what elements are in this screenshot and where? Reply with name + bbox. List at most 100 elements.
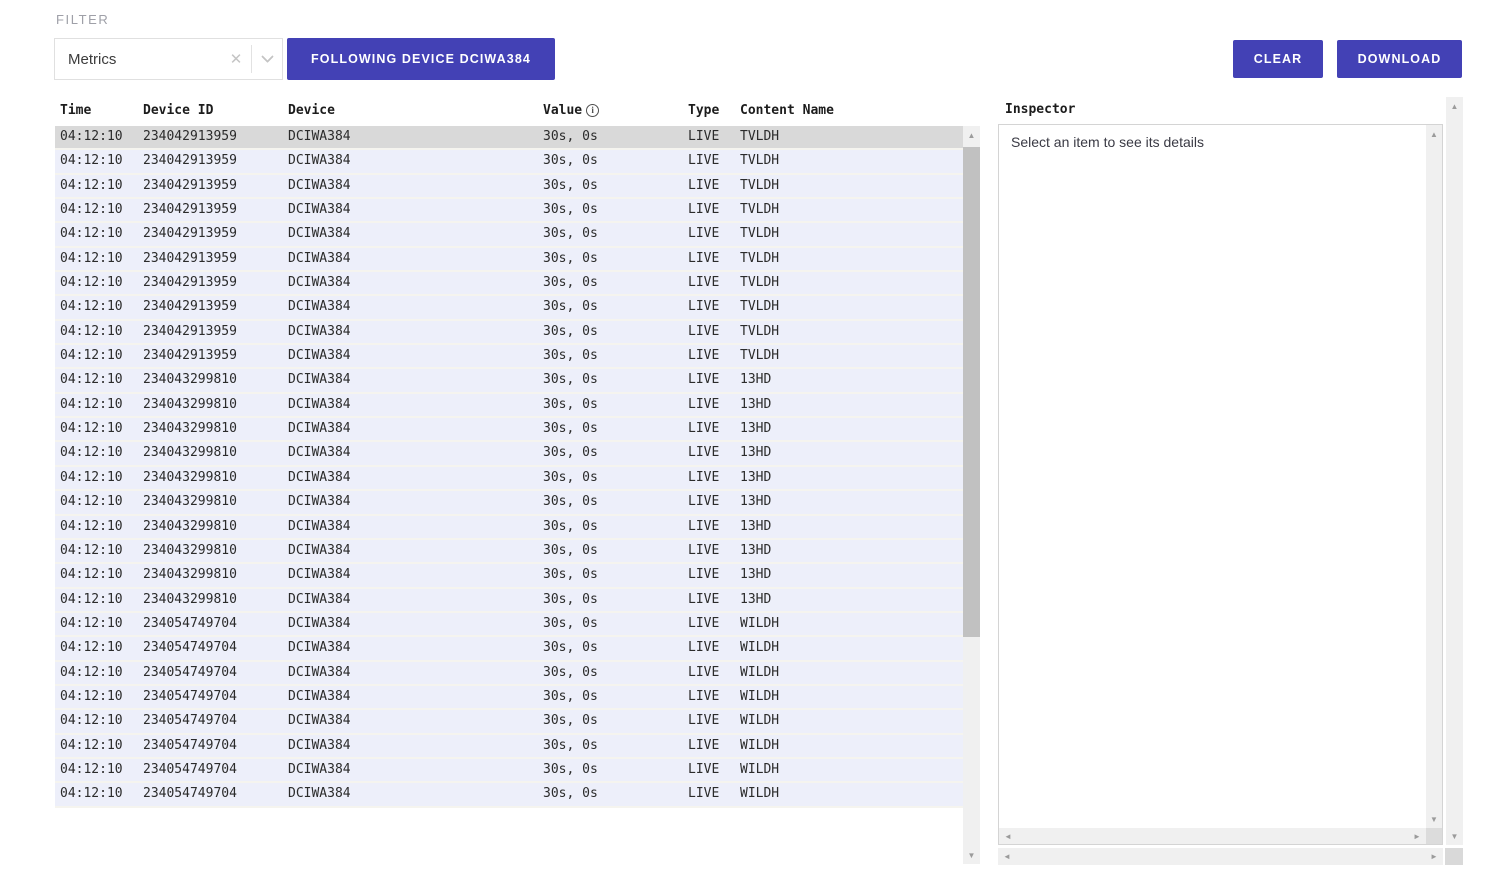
cell-device-id: 234043299810: [143, 543, 237, 558]
cell-device: DCIWA384: [288, 324, 351, 339]
table-row[interactable]: 04:12:10234054749704DCIWA38430s, 0sLIVEW…: [55, 613, 963, 637]
cell-type: LIVE: [688, 202, 719, 217]
cell-value: 30s, 0s: [543, 397, 598, 412]
table-scrollbar-thumb[interactable]: [963, 147, 980, 637]
cell-device: DCIWA384: [288, 129, 351, 144]
table-row[interactable]: 04:12:10234042913959DCIWA38430s, 0sLIVET…: [55, 296, 963, 320]
table-row[interactable]: 04:12:10234043299810DCIWA38430s, 0sLIVE1…: [55, 491, 963, 515]
cell-content-name: TVLDH: [740, 251, 779, 266]
cell-time: 04:12:10: [60, 421, 123, 436]
page-horizontal-scrollbar[interactable]: ◄ ►: [998, 848, 1443, 865]
cell-device-id: 234042913959: [143, 129, 237, 144]
inspector-panel: Select an item to see its details ▲ ▼ ◄ …: [998, 124, 1443, 845]
cell-device: DCIWA384: [288, 762, 351, 777]
cell-time: 04:12:10: [60, 543, 123, 558]
download-button[interactable]: DOWNLOAD: [1337, 40, 1462, 78]
scroll-up-icon[interactable]: ▲: [963, 126, 980, 144]
table-row[interactable]: 04:12:10234042913959DCIWA38430s, 0sLIVET…: [55, 150, 963, 174]
table-row[interactable]: 04:12:10234043299810DCIWA38430s, 0sLIVE1…: [55, 589, 963, 613]
table-row[interactable]: 04:12:10234043299810DCIWA38430s, 0sLIVE1…: [55, 418, 963, 442]
scroll-right-icon[interactable]: ►: [1408, 828, 1426, 844]
cell-value: 30s, 0s: [543, 713, 598, 728]
cell-device-id: 234054749704: [143, 762, 237, 777]
cell-value: 30s, 0s: [543, 470, 598, 485]
cell-value: 30s, 0s: [543, 153, 598, 168]
scroll-up-icon[interactable]: ▲: [1446, 97, 1463, 115]
cell-content-name: WILDH: [740, 616, 779, 631]
cell-device: DCIWA384: [288, 421, 351, 436]
table-row[interactable]: 04:12:10234043299810DCIWA38430s, 0sLIVE1…: [55, 564, 963, 588]
inspector-horizontal-scrollbar[interactable]: ◄ ►: [999, 828, 1426, 844]
table-row[interactable]: 04:12:10234043299810DCIWA38430s, 0sLIVE1…: [55, 467, 963, 491]
table-row[interactable]: 04:12:10234054749704DCIWA38430s, 0sLIVEW…: [55, 637, 963, 661]
cell-time: 04:12:10: [60, 665, 123, 680]
chevron-down-icon[interactable]: [252, 55, 282, 64]
cell-device-id: 234054749704: [143, 640, 237, 655]
cell-time: 04:12:10: [60, 445, 123, 460]
cell-value: 30s, 0s: [543, 519, 598, 534]
inspector-title: Inspector: [1005, 102, 1075, 117]
info-icon[interactable]: i: [586, 104, 599, 117]
filter-label: FILTER: [56, 12, 109, 27]
table-row[interactable]: 04:12:10234054749704DCIWA38430s, 0sLIVEW…: [55, 735, 963, 759]
table-row[interactable]: 04:12:10234042913959DCIWA38430s, 0sLIVET…: [55, 223, 963, 247]
table-row[interactable]: 04:12:10234042913959DCIWA38430s, 0sLIVET…: [55, 126, 963, 150]
scroll-left-icon[interactable]: ◄: [998, 848, 1016, 865]
cell-type: LIVE: [688, 445, 719, 460]
table-row[interactable]: 04:12:10234042913959DCIWA38430s, 0sLIVET…: [55, 345, 963, 369]
table-row[interactable]: 04:12:10234054749704DCIWA38430s, 0sLIVEW…: [55, 710, 963, 734]
table-row[interactable]: 04:12:10234042913959DCIWA38430s, 0sLIVET…: [55, 321, 963, 345]
cell-content-name: 13HD: [740, 470, 771, 485]
cell-device: DCIWA384: [288, 153, 351, 168]
cell-device: DCIWA384: [288, 640, 351, 655]
cell-type: LIVE: [688, 421, 719, 436]
cell-time: 04:12:10: [60, 275, 123, 290]
cell-time: 04:12:10: [60, 299, 123, 314]
cell-content-name: TVLDH: [740, 324, 779, 339]
table-row[interactable]: 04:12:10234054749704DCIWA38430s, 0sLIVEW…: [55, 783, 963, 807]
cell-type: LIVE: [688, 713, 719, 728]
scroll-up-icon[interactable]: ▲: [1426, 125, 1442, 143]
cell-value: 30s, 0s: [543, 494, 598, 509]
table-row[interactable]: 04:12:10234043299810DCIWA38430s, 0sLIVE1…: [55, 540, 963, 564]
table-row[interactable]: 04:12:10234043299810DCIWA38430s, 0sLIVE1…: [55, 516, 963, 540]
table-row[interactable]: 04:12:10234043299810DCIWA38430s, 0sLIVE1…: [55, 394, 963, 418]
scroll-right-icon[interactable]: ►: [1425, 848, 1443, 865]
cell-time: 04:12:10: [60, 616, 123, 631]
following-device-button[interactable]: FOLLOWING DEVICE DCIWA384: [287, 38, 555, 80]
cell-value: 30s, 0s: [543, 738, 598, 753]
table-row[interactable]: 04:12:10234054749704DCIWA38430s, 0sLIVEW…: [55, 759, 963, 783]
cell-time: 04:12:10: [60, 129, 123, 144]
table-row[interactable]: 04:12:10234054749704DCIWA38430s, 0sLIVEW…: [55, 662, 963, 686]
cell-device: DCIWA384: [288, 616, 351, 631]
clear-button[interactable]: CLEAR: [1233, 40, 1323, 78]
cell-content-name: TVLDH: [740, 178, 779, 193]
cell-value: 30s, 0s: [543, 567, 598, 582]
table-row[interactable]: 04:12:10234042913959DCIWA38430s, 0sLIVET…: [55, 199, 963, 223]
table-row[interactable]: 04:12:10234042913959DCIWA38430s, 0sLIVET…: [55, 175, 963, 199]
cell-device-id: 234043299810: [143, 397, 237, 412]
table-row[interactable]: 04:12:10234042913959DCIWA38430s, 0sLIVET…: [55, 248, 963, 272]
table-row[interactable]: 04:12:10234043299810DCIWA38430s, 0sLIVE1…: [55, 369, 963, 393]
table-vertical-scrollbar[interactable]: ▲ ▼: [963, 126, 980, 864]
table-row[interactable]: 04:12:10234042913959DCIWA38430s, 0sLIVET…: [55, 272, 963, 296]
clear-selection-icon[interactable]: ✕: [221, 50, 251, 68]
cell-device-id: 234043299810: [143, 470, 237, 485]
cell-device: DCIWA384: [288, 275, 351, 290]
cell-content-name: WILDH: [740, 762, 779, 777]
cell-device-id: 234042913959: [143, 348, 237, 363]
scroll-down-icon[interactable]: ▼: [1446, 827, 1463, 845]
cell-device-id: 234043299810: [143, 372, 237, 387]
page-vertical-scrollbar[interactable]: ▲ ▼: [1446, 97, 1463, 845]
scroll-left-icon[interactable]: ◄: [999, 828, 1017, 844]
table-row[interactable]: 04:12:10234043299810DCIWA38430s, 0sLIVE1…: [55, 442, 963, 466]
scroll-down-icon[interactable]: ▼: [963, 846, 980, 864]
cell-value: 30s, 0s: [543, 786, 598, 801]
metrics-select[interactable]: Metrics ✕: [54, 38, 283, 80]
cell-value: 30s, 0s: [543, 178, 598, 193]
table-row[interactable]: 04:12:10234054749704DCIWA38430s, 0sLIVEW…: [55, 686, 963, 710]
column-header-content-name: Content Name: [740, 103, 834, 118]
cell-type: LIVE: [688, 372, 719, 387]
scroll-down-icon[interactable]: ▼: [1426, 810, 1442, 828]
inspector-vertical-scrollbar[interactable]: ▲ ▼: [1426, 125, 1442, 828]
